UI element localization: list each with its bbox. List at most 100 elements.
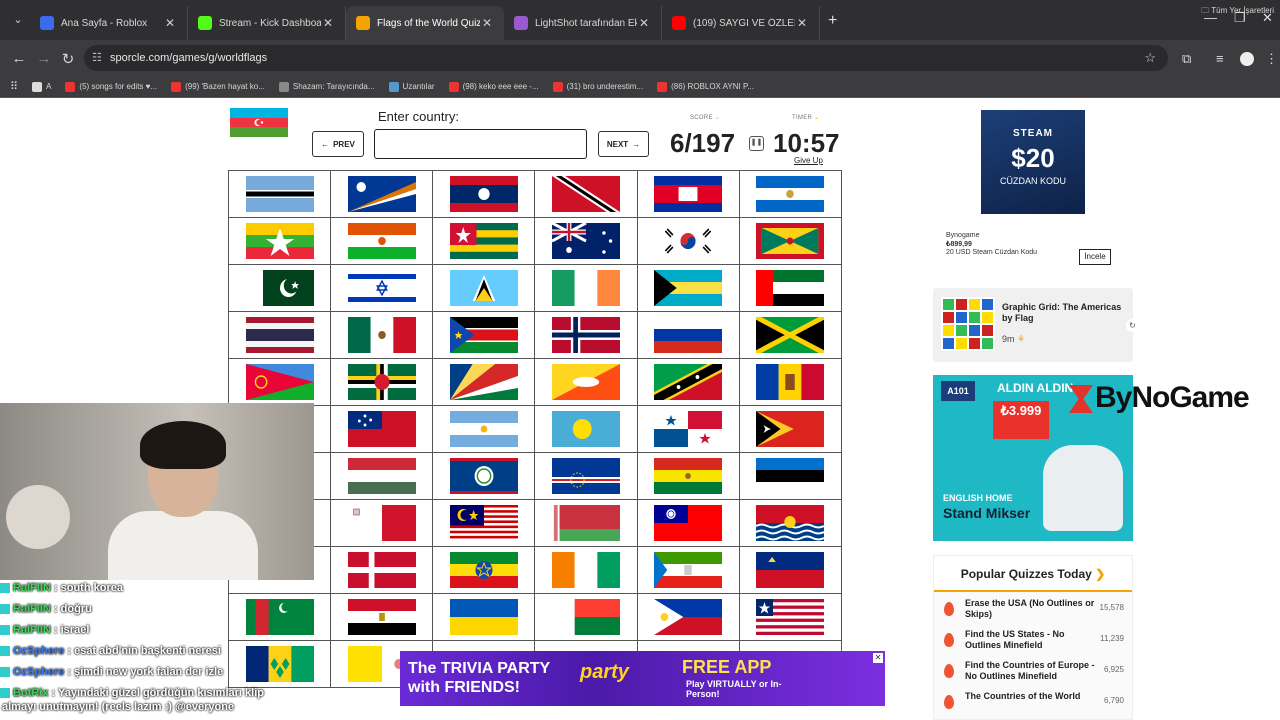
flag-cell[interactable] bbox=[636, 499, 740, 547]
prev-button[interactable]: ← PREV bbox=[312, 131, 364, 157]
flag-cell[interactable] bbox=[636, 217, 740, 265]
give-up-link[interactable]: Give Up bbox=[794, 156, 823, 165]
browser-tab[interactable]: Stream - Kick Dashboard ✕ bbox=[188, 6, 346, 40]
trivia-party-ad[interactable]: The TRIVIA PARTY with FRIENDS! party FRE… bbox=[400, 651, 885, 706]
flag-cell[interactable] bbox=[330, 593, 434, 641]
new-tab-icon[interactable]: + bbox=[828, 12, 837, 30]
bookmark-item[interactable]: (99) 'Bazen hayat ko... bbox=[171, 81, 265, 92]
flag-cell[interactable] bbox=[432, 452, 536, 500]
ad-close-icon[interactable]: ✕ bbox=[873, 653, 883, 663]
flag-cell[interactable] bbox=[636, 405, 740, 453]
flag-cell[interactable] bbox=[432, 358, 536, 406]
menu-icon[interactable]: ⋮ bbox=[1265, 51, 1278, 67]
answer-input[interactable] bbox=[374, 129, 587, 159]
popular-quiz-item[interactable]: Find the Countries of Europe - No Outlin… bbox=[934, 658, 1132, 685]
flag-cell[interactable] bbox=[738, 546, 843, 594]
browser-tab[interactable]: Flags of the World Quiz ✕ bbox=[346, 6, 504, 40]
bookmark-item[interactable]: (86) ROBLOX AYNI P... bbox=[657, 81, 754, 92]
flag-cell[interactable] bbox=[227, 358, 332, 406]
flag-cell[interactable] bbox=[738, 452, 843, 500]
flag-cell[interactable] bbox=[330, 217, 434, 265]
flag-cell[interactable] bbox=[432, 546, 536, 594]
flag-cell[interactable] bbox=[738, 405, 843, 453]
media-icon[interactable]: ≡ bbox=[1216, 51, 1224, 66]
bookmark-item[interactable]: (98) keko eee eee -... bbox=[448, 81, 539, 92]
flag-cell[interactable] bbox=[432, 593, 536, 641]
tab-close-icon[interactable]: ✕ bbox=[480, 16, 494, 30]
flag-cell[interactable] bbox=[432, 405, 536, 453]
bookmark-item[interactable]: (31) bro underestim... bbox=[552, 81, 643, 92]
steam-ad[interactable]: STEAM $20 CÜZDAN KODU bbox=[981, 110, 1085, 214]
tab-close-icon[interactable]: ✕ bbox=[637, 16, 651, 30]
flag-cell[interactable] bbox=[432, 499, 536, 547]
flag-cell[interactable] bbox=[432, 217, 536, 265]
flag-cell[interactable] bbox=[330, 311, 434, 359]
flag-cell[interactable] bbox=[738, 499, 843, 547]
extensions-icon[interactable]: ⧉ bbox=[1182, 51, 1191, 67]
next-button[interactable]: NEXT → bbox=[598, 131, 649, 157]
bookmark-item[interactable]: Shazam: Tarayıcında... bbox=[278, 81, 375, 92]
flag-cell[interactable] bbox=[636, 358, 740, 406]
tab-close-icon[interactable]: ✕ bbox=[795, 16, 809, 30]
flag-cell[interactable] bbox=[330, 499, 434, 547]
flag-cell[interactable] bbox=[534, 264, 638, 312]
browser-tab[interactable]: LightShot tarafından Ekran Gör✕ bbox=[504, 6, 662, 40]
pause-icon[interactable]: ❚❚ bbox=[749, 136, 764, 151]
refresh-icon[interactable]: ↻ bbox=[1126, 319, 1139, 332]
flag-cell[interactable] bbox=[227, 311, 332, 359]
flag-cell[interactable] bbox=[534, 405, 638, 453]
forward-icon[interactable]: → bbox=[35, 50, 53, 67]
flag-cell[interactable] bbox=[432, 264, 536, 312]
flag-cell[interactable] bbox=[330, 170, 434, 218]
flag-cell[interactable] bbox=[738, 593, 843, 641]
flag-cell[interactable] bbox=[738, 217, 843, 265]
flag-cell[interactable] bbox=[227, 264, 332, 312]
reload-icon[interactable]: ↻ bbox=[59, 50, 77, 68]
popular-quiz-item[interactable]: Find the US States - No Outlines Minefie… bbox=[934, 627, 1132, 654]
flag-cell[interactable] bbox=[227, 170, 332, 218]
bookmark-item[interactable]: (5) songs for edits ♥... bbox=[65, 81, 157, 92]
site-info-icon[interactable]: ☷ bbox=[92, 45, 102, 71]
tab-search-icon[interactable]: ⌄ bbox=[8, 10, 28, 30]
flag-cell[interactable] bbox=[636, 452, 740, 500]
address-bar[interactable]: ☷ sporcle.com/games/g/worldflags ☆ bbox=[84, 45, 1168, 71]
apps-grid-icon[interactable]: ⠿ bbox=[10, 80, 18, 93]
flag-cell[interactable] bbox=[330, 405, 434, 453]
flag-cell[interactable] bbox=[738, 170, 843, 218]
flag-cell[interactable] bbox=[636, 264, 740, 312]
flag-cell[interactable] bbox=[534, 358, 638, 406]
back-icon[interactable]: ← bbox=[10, 50, 28, 67]
flag-cell[interactable] bbox=[534, 170, 638, 218]
popular-quiz-item[interactable]: Erase the USA (No Outlines or Skips) 15,5… bbox=[934, 596, 1132, 623]
bookmark-star-icon[interactable]: ☆ bbox=[1144, 45, 1156, 71]
flag-cell[interactable] bbox=[534, 311, 638, 359]
flag-cell[interactable] bbox=[534, 452, 638, 500]
flag-cell[interactable] bbox=[227, 217, 332, 265]
flag-cell[interactable] bbox=[432, 311, 536, 359]
flag-cell[interactable] bbox=[534, 546, 638, 594]
browser-tab[interactable]: Ana Sayfa - Roblox ✕ bbox=[30, 6, 188, 40]
flag-cell[interactable] bbox=[330, 546, 434, 594]
flag-cell[interactable] bbox=[636, 593, 740, 641]
flag-cell[interactable] bbox=[534, 499, 638, 547]
flag-cell[interactable] bbox=[738, 264, 843, 312]
flag-cell[interactable] bbox=[636, 311, 740, 359]
flag-cell[interactable] bbox=[636, 170, 740, 218]
browser-tab[interactable]: (109) SAYGI VE ÖZLEMLE.. | Ma✕ bbox=[662, 6, 820, 40]
flag-cell[interactable] bbox=[636, 546, 740, 594]
flag-cell[interactable] bbox=[534, 593, 638, 641]
popular-quiz-item[interactable]: The Countries of the World 6,790 bbox=[934, 689, 1132, 716]
flag-cell[interactable] bbox=[432, 170, 536, 218]
flag-cell[interactable] bbox=[738, 358, 843, 406]
flag-cell[interactable] bbox=[330, 452, 434, 500]
flag-cell[interactable] bbox=[534, 217, 638, 265]
bookmark-item[interactable]: A bbox=[32, 81, 51, 92]
flag-cell[interactable] bbox=[330, 264, 434, 312]
tab-close-icon[interactable]: ✕ bbox=[321, 16, 335, 30]
popular-heading[interactable]: Popular Quizzes Today ❯ bbox=[934, 556, 1132, 592]
all-bookmarks[interactable]: 🗀 Tüm Yer İşaretleri bbox=[1201, 5, 1274, 19]
profile-avatar[interactable] bbox=[1240, 52, 1254, 66]
recommended-quiz-card[interactable]: Graphic Grid: The Americas by Flag 9m ⚘ bbox=[933, 288, 1133, 362]
bookmark-item[interactable]: Uzantılar bbox=[388, 81, 435, 92]
flag-cell[interactable] bbox=[738, 311, 843, 359]
